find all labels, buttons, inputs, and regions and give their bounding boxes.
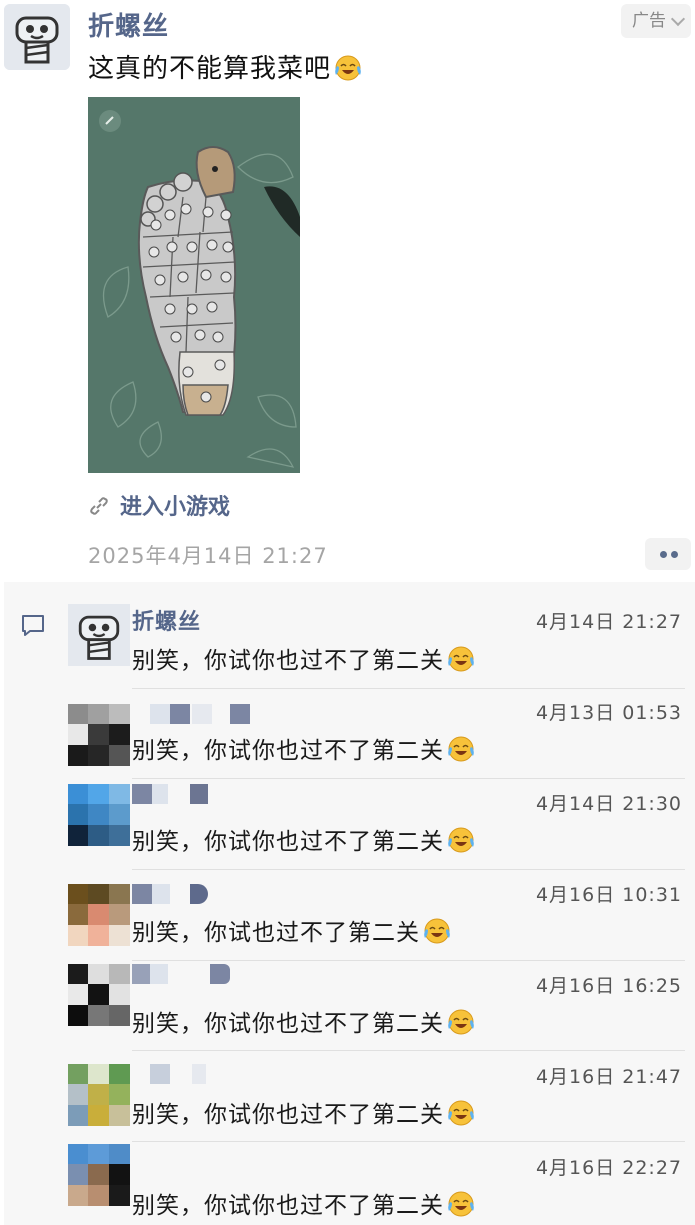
comment-time: 4月14日 21:27 bbox=[535, 611, 682, 633]
foot-screw-game-image bbox=[88, 97, 300, 473]
enter-mini-game-link[interactable]: 进入小游戏 bbox=[88, 489, 230, 521]
comment-author-blurred[interactable] bbox=[132, 784, 252, 804]
screw-mascot-icon bbox=[68, 604, 130, 666]
screw-mascot-icon bbox=[4, 4, 70, 70]
comment-text: 别笑，你试也过不了第二关 bbox=[132, 913, 452, 947]
crying-laughing-emoji-icon bbox=[448, 736, 474, 762]
comment-avatar-blurred[interactable] bbox=[68, 784, 130, 846]
dot-icon bbox=[660, 551, 667, 558]
post-caption: 这真的不能算我菜吧 bbox=[88, 54, 332, 84]
mosaic-avatar-icon bbox=[68, 1144, 130, 1206]
comment-divider bbox=[132, 960, 685, 961]
author-avatar[interactable] bbox=[4, 4, 70, 70]
post-author-name[interactable]: 折螺丝 bbox=[88, 6, 169, 43]
comment-time: 4月16日 22:27 bbox=[535, 1157, 682, 1179]
comment-time: 4月13日 01:53 bbox=[535, 702, 682, 724]
comment-divider bbox=[132, 869, 685, 870]
crying-laughing-emoji-icon bbox=[424, 918, 450, 944]
comment-text-content: 别笑，你试你也过不了第二关 bbox=[132, 648, 444, 674]
crying-laughing-emoji-icon bbox=[335, 55, 361, 81]
comment-text-content: 别笑，你试也过不了第二关 bbox=[132, 920, 420, 946]
comment-author[interactable]: 折螺丝 bbox=[132, 604, 201, 636]
comment-text: 别笑，你试你也过不了第二关 bbox=[132, 1004, 476, 1038]
comment-text: 别笑，你试你也过不了第二关 bbox=[132, 731, 476, 765]
mosaic-avatar-icon bbox=[68, 1064, 130, 1126]
post-timestamp: 2025年4月14日 21:27 bbox=[88, 544, 328, 568]
comment-bubble-icon bbox=[22, 615, 44, 636]
link-icon bbox=[90, 497, 108, 515]
more-options-button[interactable] bbox=[645, 538, 691, 570]
mosaic-avatar-icon bbox=[68, 704, 130, 766]
comment-avatar-blurred[interactable] bbox=[68, 884, 130, 946]
comment-divider bbox=[132, 1141, 685, 1142]
comment-author-blurred[interactable] bbox=[132, 1064, 252, 1084]
comment-text: 别笑，你试你也过不了第二关 bbox=[132, 822, 476, 856]
comment-avatar-blurred[interactable] bbox=[68, 1064, 130, 1126]
comment-time: 4月16日 10:31 bbox=[535, 884, 682, 906]
chevron-down-icon bbox=[670, 11, 686, 27]
comment-divider bbox=[132, 1050, 685, 1051]
crying-laughing-emoji-icon bbox=[448, 1100, 474, 1126]
comment-avatar-blurred[interactable] bbox=[68, 704, 130, 766]
mini-game-card[interactable] bbox=[88, 97, 300, 473]
crying-laughing-emoji-icon bbox=[448, 827, 474, 853]
comment-author-blurred[interactable] bbox=[132, 964, 252, 984]
crying-laughing-emoji-icon bbox=[448, 1009, 474, 1035]
crying-laughing-emoji-icon bbox=[448, 1191, 474, 1217]
ad-badge[interactable]: 广告 bbox=[621, 4, 691, 38]
comment-avatar-blurred[interactable] bbox=[68, 1144, 130, 1206]
comment-text-content: 别笑，你试你也过不了第二关 bbox=[132, 1193, 444, 1219]
comment-time: 4月14日 21:30 bbox=[535, 793, 682, 815]
comment-avatar[interactable] bbox=[68, 604, 130, 666]
comment-text-content: 别笑，你试你也过不了第二关 bbox=[132, 738, 444, 764]
comment-text: 别笑，你试你也过不了第二关 bbox=[132, 1186, 476, 1220]
mini-game-link-label: 进入小游戏 bbox=[120, 495, 231, 520]
comment-text: 别笑，你试你也过不了第二关 bbox=[132, 1095, 476, 1129]
comment-text-content: 别笑，你试你也过不了第二关 bbox=[132, 1102, 444, 1128]
mosaic-avatar-icon bbox=[68, 884, 130, 946]
comment-author-blurred[interactable] bbox=[132, 704, 252, 724]
comment-text-content: 别笑，你试你也过不了第二关 bbox=[132, 1011, 444, 1037]
comment-text: 别笑，你试你也过不了第二关 bbox=[132, 641, 476, 675]
comment-divider bbox=[132, 778, 685, 779]
mosaic-avatar-icon bbox=[68, 784, 130, 846]
post-text: 这真的不能算我菜吧 bbox=[88, 48, 363, 85]
mosaic-avatar-icon bbox=[68, 964, 130, 1026]
comment-avatar-blurred[interactable] bbox=[68, 964, 130, 1026]
comment-time: 4月16日 16:25 bbox=[535, 975, 682, 997]
ad-label: 广告 bbox=[632, 11, 666, 31]
comment-author-blurred[interactable] bbox=[132, 884, 252, 904]
dot-icon bbox=[671, 551, 678, 558]
crying-laughing-emoji-icon bbox=[448, 646, 474, 672]
comment-time: 4月16日 21:47 bbox=[535, 1066, 682, 1088]
comment-text-content: 别笑，你试你也过不了第二关 bbox=[132, 829, 444, 855]
comment-divider bbox=[132, 688, 685, 689]
